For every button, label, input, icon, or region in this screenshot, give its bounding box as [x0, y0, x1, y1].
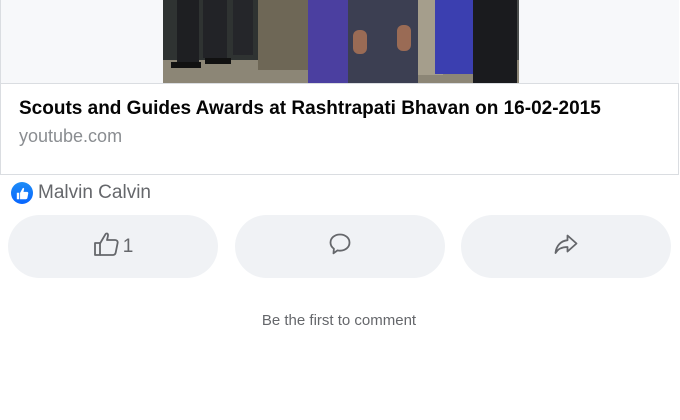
like-reaction-icon — [11, 182, 33, 204]
comment-button[interactable] — [235, 215, 445, 278]
link-preview-card[interactable]: Scouts and Guides Awards at Rashtrapati … — [0, 0, 679, 175]
video-thumbnail[interactable] — [163, 0, 519, 83]
share-arrow-icon — [553, 232, 579, 261]
empty-comments-message: Be the first to comment — [261, 312, 417, 329]
link-preview-media — [1, 0, 679, 84]
link-preview-text: Scouts and Guides Awards at Rashtrapati … — [19, 96, 660, 147]
link-preview-domain: youtube.com — [19, 126, 123, 146]
post-footer: Scouts and Guides Awards at Rashtrapati … — [0, 0, 680, 420]
like-button[interactable]: 1 — [8, 215, 218, 278]
like-count: 1 — [122, 235, 134, 257]
share-button[interactable] — [461, 215, 671, 278]
speech-bubble-icon — [328, 232, 352, 261]
reactor-name: Malvin Calvin — [38, 182, 151, 203]
thumbnail-image — [163, 0, 519, 83]
reactions-summary[interactable]: Malvin Calvin — [11, 180, 151, 206]
link-preview-title[interactable]: Scouts and Guides Awards at Rashtrapati … — [19, 96, 660, 122]
thumbs-up-icon — [93, 232, 120, 262]
